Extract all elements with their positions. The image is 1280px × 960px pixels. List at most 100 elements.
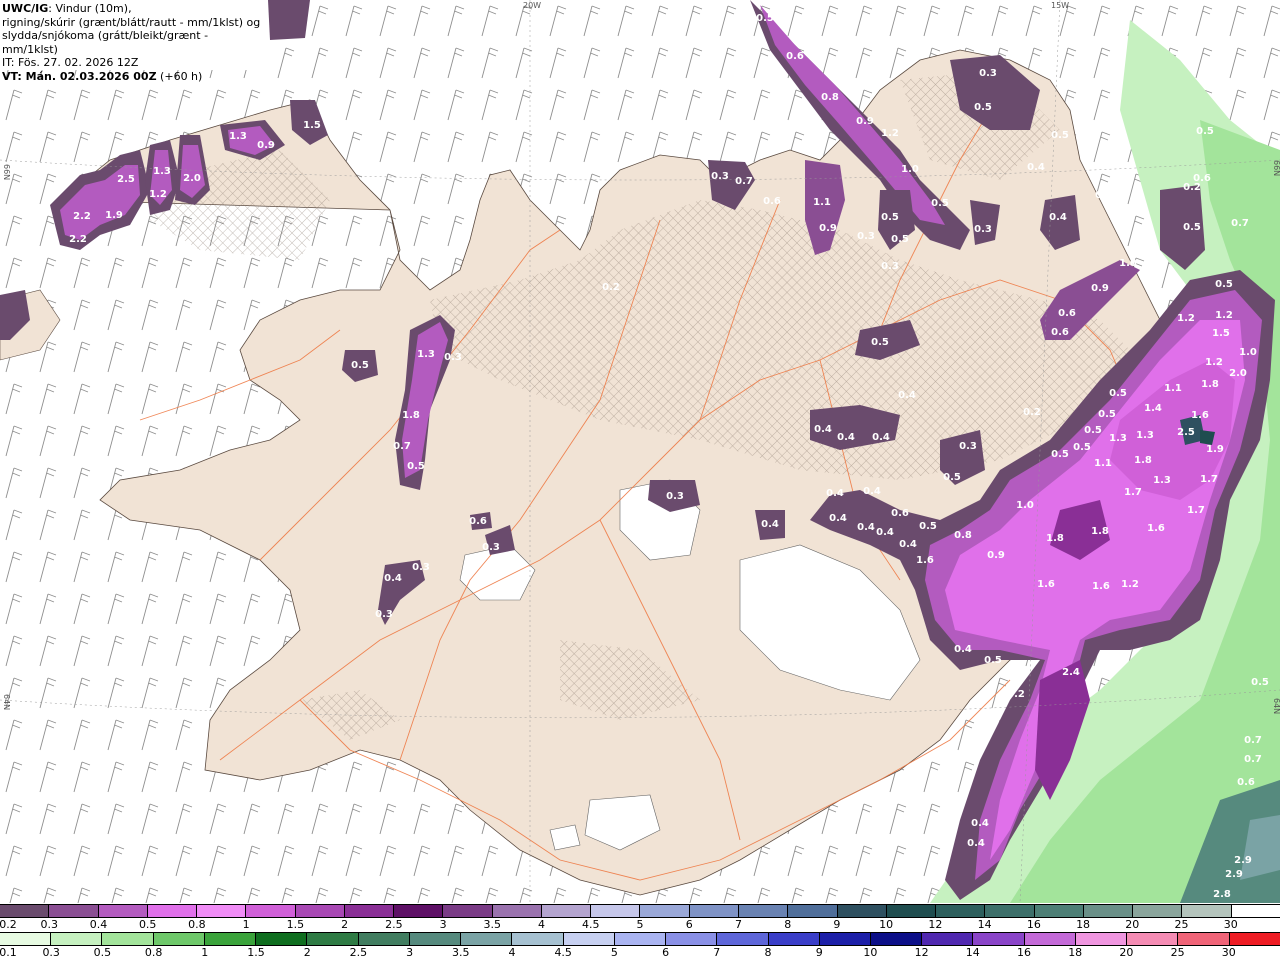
precip-value-label: 1.7 — [1200, 474, 1218, 485]
rain-scale-swatch — [102, 933, 154, 945]
precip-value-label: 0.7 — [1231, 218, 1249, 229]
precip-value-label: 1.9 — [1206, 444, 1224, 455]
precip-value-label: 0.5 — [1073, 442, 1091, 453]
rain-scale-swatch — [973, 933, 1025, 945]
snow-scale-swatch — [1034, 905, 1084, 917]
precip-value-label: 0.7 — [393, 441, 411, 452]
precip-value-label: 0.6 — [786, 51, 804, 62]
header-line1-rest: : Vindur (10m), — [48, 2, 132, 15]
map-header: UWC/IG: Vindur (10m), rigning/skúrir (gr… — [0, 0, 268, 83]
precip-value-label: 1.3 — [1153, 475, 1171, 486]
precip-value-label: 0.3 — [711, 171, 729, 182]
rain-scale-label: 6 — [662, 946, 670, 959]
rain-scale-swatch — [614, 933, 667, 945]
rain-scale-swatch — [256, 933, 308, 945]
snow-scale-label: 0.3 — [40, 918, 58, 931]
precip-value-label: 0.2 — [1023, 407, 1041, 418]
rain-scale-swatch — [51, 933, 103, 945]
lat-label-64n-right: 64N — [1272, 698, 1280, 714]
precip-value-label: 0.4 — [826, 488, 844, 499]
precip-value-label: 1.0 — [1119, 258, 1137, 269]
precip-value-label: 1.6 — [1147, 523, 1165, 534]
precip-value-label: 1.6 — [1191, 410, 1209, 421]
precip-value-label: 2.0 — [1229, 368, 1247, 379]
precip-value-label: 1.9 — [105, 210, 123, 221]
precip-value-label: 0.5 — [881, 212, 899, 223]
precip-value-label: 1.7 — [1187, 505, 1205, 516]
snow-scale-swatch — [344, 905, 395, 917]
precip-value-label: 1.3 — [417, 349, 435, 360]
precip-value-label: 0.4 — [837, 432, 855, 443]
precip-value-label: 0.4 — [761, 519, 779, 530]
precip-value-label: 0.3 — [412, 562, 430, 573]
precip-value-label: 0.3 — [666, 491, 684, 502]
precip-value-label: 1.2 — [1205, 357, 1223, 368]
precip-value-label: 2.2 — [69, 234, 87, 245]
precip-value-label: 0.3 — [881, 261, 899, 272]
rain-scale-label: 12 — [914, 946, 929, 959]
rain-scale-label: 3 — [406, 946, 414, 959]
snow-scale-label: 0.5 — [138, 918, 157, 931]
precip-value-label: 0.9 — [819, 223, 837, 234]
rain-scale-label: 2.5 — [349, 946, 368, 959]
precip-value-label: 1.0 — [1016, 500, 1034, 511]
precip-value-label: 0.4 — [876, 527, 894, 538]
snow-scale-swatch — [788, 905, 838, 917]
precip-value-label: 0.5 — [931, 198, 949, 209]
rain-scale-label: 5 — [610, 946, 618, 959]
rain-scale-swatch — [461, 933, 513, 945]
precip-value-label: 1.5 — [303, 120, 321, 131]
rain-scale-label: 1 — [201, 946, 209, 959]
precip-value-label: 0.9 — [257, 140, 275, 151]
snow-scale-swatch — [1133, 905, 1183, 917]
precip-value-label: 0.5 — [351, 360, 369, 371]
precip-value-label: 1.8 — [1046, 533, 1064, 544]
snow-scale-label: 8 — [784, 918, 792, 931]
snow-color-scale — [0, 904, 1280, 918]
header-valid-time: VT: Mán. 02.03.2026 00Z (+60 h) — [2, 70, 266, 84]
snow-scale-labels: 0.2 0.3 0.4 0.5 0.8 1 1.5 2 2.5 3 3.5 4 4.5 5 6 7 8 9 10 12… — [0, 918, 1280, 932]
precip-value-label: 1.8 — [1091, 526, 1109, 537]
rain-scale-swatch — [1127, 933, 1179, 945]
rain-scale-swatch — [1075, 933, 1128, 945]
snow-scale-swatch — [492, 905, 542, 917]
rain-scale-label: 16 — [1017, 946, 1031, 959]
precip-value-label: 1.2 — [1121, 579, 1139, 590]
precip-value-label: 2.8 — [1213, 889, 1231, 900]
precip-value-label: 0.4 — [898, 390, 916, 401]
rain-scale-label: 4 — [508, 946, 516, 959]
snow-scale-label: 30 — [1223, 918, 1238, 931]
precip-value-label: 0.4 — [829, 513, 847, 524]
snow-scale-label: 4 — [538, 918, 546, 931]
rain-scale-label: 3.5 — [452, 946, 470, 959]
rain-scale-label: 0.3 — [42, 946, 60, 959]
precip-value-label: 0.6 — [891, 508, 909, 519]
lon-label-15w: 15W — [1051, 1, 1069, 10]
lon-label-20w: 20W — [523, 1, 541, 10]
precip-value-label: 0.4 — [954, 644, 972, 655]
snow-scale-swatch — [541, 905, 592, 917]
rain-scale-swatch — [768, 933, 820, 945]
snow-scale-label: 0.2 — [0, 918, 17, 931]
precip-value-label: 0.5 — [1183, 222, 1201, 233]
valid-time-label: VT: Mán. 02.03.2026 00Z — [2, 69, 157, 83]
precip-value-label: 1.1 — [1094, 458, 1112, 469]
snow-scale-label: 2 — [341, 918, 349, 931]
rain-scale-label: 14 — [965, 946, 980, 959]
snow-scale-label: 0.8 — [188, 918, 206, 931]
precip-value-label: 1.8 — [1201, 379, 1219, 390]
precip-value-label: 0.5 — [1051, 449, 1069, 460]
precip-value-label: 1.1 — [813, 197, 831, 208]
rain-scale-swatch — [153, 933, 205, 945]
precip-value-label: 1.3 — [1109, 433, 1127, 444]
precip-value-label: 0.9 — [856, 116, 874, 127]
snow-scale-label: 0.4 — [89, 918, 108, 931]
snow-scale-label: 4.5 — [582, 918, 600, 931]
snow-scale-label: 1 — [242, 918, 250, 931]
snow-scale-label: 7 — [734, 918, 742, 931]
model-name: UWC/IG — [2, 2, 49, 15]
header-line-model: UWC/IG: Vindur (10m), — [2, 2, 266, 16]
rain-scale-swatch — [358, 933, 410, 945]
precip-value-label: 0.4 — [967, 838, 985, 849]
precip-value-label: 0.9 — [987, 550, 1005, 561]
